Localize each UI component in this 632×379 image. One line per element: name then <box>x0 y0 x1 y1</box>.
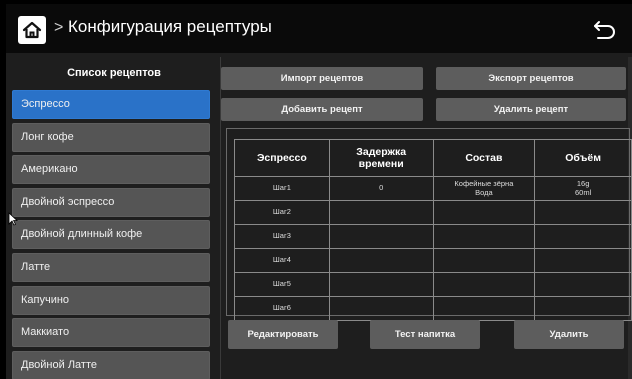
table-cell: Шаг3 <box>234 224 330 249</box>
test-drink-button[interactable]: Тест напитка <box>370 320 480 349</box>
import-recipes-button[interactable]: Импорт рецептов <box>221 67 423 90</box>
recipe-item[interactable]: Латте <box>12 252 210 282</box>
back-button[interactable] <box>592 18 618 40</box>
recipe-item[interactable]: Двойной длинный кофе <box>12 220 210 250</box>
table-header: Задержка времени <box>328 139 434 177</box>
table-cell <box>534 296 632 321</box>
table-row[interactable]: Шаг3 <box>234 224 632 249</box>
home-button[interactable] <box>18 16 46 44</box>
table-cell <box>432 248 536 273</box>
mouse-cursor-icon <box>8 212 18 226</box>
edit-button[interactable]: Редактировать <box>228 320 338 349</box>
recipe-item[interactable]: Американо <box>12 155 210 185</box>
table-header: Эспрессо <box>234 139 330 177</box>
table-cell <box>432 224 536 249</box>
table-cell <box>534 248 632 273</box>
table-cell: Шаг2 <box>234 200 330 225</box>
recipe-list-title: Список рецептов <box>67 67 161 79</box>
recipe-item[interactable]: Капучино <box>12 285 210 315</box>
steps-table: Эспрессо Задержка времени Состав Объём Шаг1… <box>234 139 632 321</box>
breadcrumb-separator: > <box>54 19 64 36</box>
add-recipe-button[interactable]: Добавить рецепт <box>221 98 423 121</box>
table-cell <box>534 224 632 249</box>
screen: > Конфигурация рецептуры Список рецептов… <box>6 4 632 379</box>
table-cell <box>328 224 434 249</box>
table-row[interactable]: Шаг5 <box>234 272 632 297</box>
delete-recipe-button[interactable]: Удалить рецепт <box>436 98 626 121</box>
table-header: Состав <box>432 139 536 177</box>
table-cell: Кофейные зёрна Вода <box>432 176 536 201</box>
recipe-item[interactable]: Двойной эспрессо <box>12 187 210 217</box>
table-cell <box>328 200 434 225</box>
table-cell <box>534 200 632 225</box>
recipe-item[interactable]: Двойной Латте <box>12 350 210 379</box>
recipe-item[interactable]: Лонг кофе <box>12 122 210 152</box>
export-recipes-button[interactable]: Экспорт рецептов <box>436 67 626 90</box>
table-cell: Шаг6 <box>234 296 330 321</box>
recipe-list: Эспрессо Лонг кофе Американо Двойной эспрес… <box>12 90 210 379</box>
table-cell <box>432 296 536 321</box>
table-cell: Шаг4 <box>234 248 330 273</box>
table-cell <box>328 272 434 297</box>
header-bar: > Конфигурация рецептуры <box>6 4 632 53</box>
table-row[interactable]: Шаг6 <box>234 296 632 321</box>
table-cell <box>328 248 434 273</box>
table-cell <box>432 200 536 225</box>
undo-arrow-icon <box>594 21 615 39</box>
table-cell <box>534 272 632 297</box>
recipe-item[interactable]: Маккиато <box>12 318 210 348</box>
table-cell: Шаг5 <box>234 272 330 297</box>
table-cell: Шаг1 <box>234 176 330 201</box>
table-header: Объём <box>534 139 632 177</box>
table-cell: 16g 60ml <box>534 176 632 201</box>
recipe-item[interactable]: Эспрессо <box>12 90 210 119</box>
table-cell: 0 <box>328 176 434 201</box>
page-title: Конфигурация рецептуры <box>68 17 272 36</box>
table-row[interactable]: Шаг4 <box>234 248 632 273</box>
table-cell <box>328 296 434 321</box>
delete-button[interactable]: Удалить <box>514 320 624 349</box>
table-row[interactable]: Шаг1 0 Кофейные зёрна Вода 16g 60ml <box>234 176 632 201</box>
home-icon <box>22 21 42 39</box>
table-cell <box>432 272 536 297</box>
table-row[interactable]: Шаг2 <box>234 200 632 225</box>
